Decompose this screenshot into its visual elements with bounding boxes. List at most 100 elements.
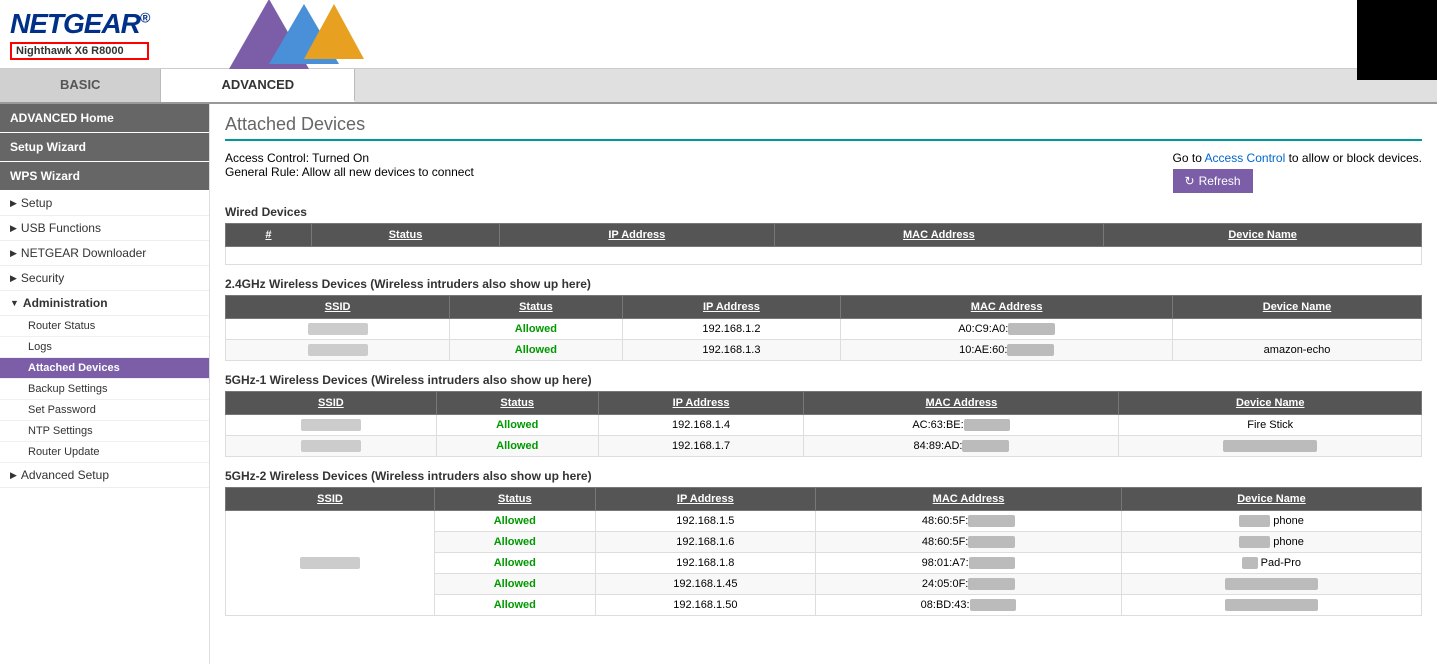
sidebar-item-usb-functions[interactable]: ▶ USB Functions — [0, 216, 209, 241]
sidebar-item-security[interactable]: ▶ Security — [0, 266, 209, 291]
mac-cell: AC:63:BE:██████ — [804, 415, 1119, 436]
refresh-button[interactable]: ↻ Refresh — [1173, 169, 1253, 193]
ssid-blurred — [301, 440, 361, 452]
status-cell: Allowed — [436, 415, 598, 436]
col-ip[interactable]: IP Address — [595, 488, 815, 511]
col-mac[interactable]: MAC Address — [816, 488, 1122, 511]
wired-col-name[interactable]: Device Name — [1104, 224, 1422, 247]
sidebar-item-setup[interactable]: ▶ Setup — [0, 191, 209, 216]
device-name-cell: ████████████ — [1121, 595, 1421, 616]
arrow-icon: ▶ — [10, 198, 17, 209]
sidebar-btn-wps-wizard[interactable]: WPS Wizard — [0, 162, 209, 190]
sidebar-item-administration[interactable]: ▼ Administration — [0, 291, 209, 316]
sidebar-sub-set-password[interactable]: Set Password — [0, 400, 209, 421]
sidebar-sub-logs[interactable]: Logs — [0, 337, 209, 358]
sidebar-item-adv-setup-label: Advanced Setup — [21, 468, 109, 482]
col-status[interactable]: Status — [436, 392, 598, 415]
col-status[interactable]: Status — [435, 488, 596, 511]
col-mac[interactable]: MAC Address — [841, 296, 1173, 319]
access-control-suffix: to allow or block devices. — [1289, 151, 1422, 165]
ip-cell: 192.168.1.6 — [595, 532, 815, 553]
refresh-label: Refresh — [1199, 174, 1241, 188]
wired-col-mac[interactable]: MAC Address — [774, 224, 1104, 247]
triangle-orange — [304, 4, 364, 59]
wired-col-status[interactable]: Status — [311, 224, 499, 247]
wireless-5g1-section-title: 5GHz-1 Wireless Devices (Wireless intrud… — [225, 373, 1422, 387]
col-ip[interactable]: IP Address — [598, 392, 804, 415]
device-name-cell — [1173, 319, 1422, 340]
access-status: Access Control: Turned On — [225, 151, 474, 165]
mac-cell: 98:01:A7:██████ — [816, 553, 1122, 574]
col-name[interactable]: Device Name — [1173, 296, 1422, 319]
general-rule: General Rule: Allow all new devices to c… — [225, 165, 474, 179]
header-graphic — [219, 9, 369, 59]
sidebar-sub-ntp-settings[interactable]: NTP Settings — [0, 421, 209, 442]
sidebar-item-downloader-label: NETGEAR Downloader — [21, 246, 146, 260]
header: NETGEAR® Nighthawk X6 R8000 — [0, 0, 1437, 69]
sidebar-sub-attached-devices[interactable]: Attached Devices — [0, 358, 209, 379]
sidebar-sub-backup-settings[interactable]: Backup Settings — [0, 379, 209, 400]
content-area: Attached Devices Access Control: Turned … — [210, 104, 1437, 664]
table-row: Allowed 192.168.1.7 84:89:AD:██████ ████… — [226, 436, 1422, 457]
device-name-cell: ████ phone — [1121, 511, 1421, 532]
status-cell: Allowed — [436, 436, 598, 457]
access-link-area: Go to Access Control to allow or block d… — [1173, 151, 1422, 193]
ssid-blurred — [308, 323, 368, 335]
sidebar-item-advanced-setup[interactable]: ▶ Advanced Setup — [0, 463, 209, 488]
mac-cell: 48:60:5F:██████ — [816, 511, 1122, 532]
wired-col-ip[interactable]: IP Address — [500, 224, 774, 247]
wired-col-hash[interactable]: # — [226, 224, 312, 247]
col-ssid[interactable]: SSID — [226, 392, 437, 415]
refresh-icon: ↻ — [1185, 174, 1195, 188]
ip-cell: 192.168.1.7 — [598, 436, 804, 457]
wireless-5g2-table: SSID Status IP Address MAC Address Devic… — [225, 487, 1422, 616]
status-cell: Allowed — [435, 595, 596, 616]
mac-cell: 08:BD:43:██████ — [816, 595, 1122, 616]
netgear-logo: NETGEAR® — [10, 8, 149, 40]
mac-cell: 10:AE:60:██████ — [841, 340, 1173, 361]
ip-cell: 192.168.1.2 — [622, 319, 841, 340]
ssid-blurred — [300, 557, 360, 569]
col-ssid[interactable]: SSID — [226, 488, 435, 511]
col-ip[interactable]: IP Address — [622, 296, 841, 319]
arrow-icon: ▼ — [10, 298, 19, 308]
arrow-icon: ▶ — [10, 470, 17, 481]
wireless-24-table: SSID Status IP Address MAC Address Devic… — [225, 295, 1422, 361]
sidebar-item-netgear-downloader[interactable]: ▶ NETGEAR Downloader — [0, 241, 209, 266]
col-name[interactable]: Device Name — [1119, 392, 1422, 415]
tab-advanced[interactable]: ADVANCED — [161, 69, 355, 102]
mac-cell: 24:05:0F:██████ — [816, 574, 1122, 595]
device-name-cell: ████████████ — [1121, 574, 1421, 595]
col-name[interactable]: Device Name — [1121, 488, 1421, 511]
access-control-link[interactable]: Access Control — [1205, 151, 1286, 165]
table-row: Allowed 192.168.1.2 A0:C9:A0:██████ — [226, 319, 1422, 340]
arrow-icon: ▶ — [10, 273, 17, 284]
table-row: Allowed 192.168.1.5 48:60:5F:██████ ████… — [226, 511, 1422, 532]
black-box — [1357, 0, 1437, 80]
col-ssid[interactable]: SSID — [226, 296, 450, 319]
table-row: Allowed 192.168.1.3 10:AE:60:██████ amaz… — [226, 340, 1422, 361]
sidebar-sub-router-status[interactable]: Router Status — [0, 316, 209, 337]
sidebar-sub-router-update[interactable]: Router Update — [0, 442, 209, 463]
wireless-5g1-table: SSID Status IP Address MAC Address Devic… — [225, 391, 1422, 457]
col-mac[interactable]: MAC Address — [804, 392, 1119, 415]
ssid-blurred — [301, 419, 361, 431]
sidebar-btn-setup-wizard[interactable]: Setup Wizard — [0, 133, 209, 161]
device-name-cell: ██ Pad-Pro — [1121, 553, 1421, 574]
device-name-cell: ████████████ — [1119, 436, 1422, 457]
sidebar-item-setup-label: Setup — [21, 196, 52, 210]
sidebar-item-security-label: Security — [21, 271, 64, 285]
wired-devices-table: # Status IP Address MAC Address Device N… — [225, 223, 1422, 265]
col-status[interactable]: Status — [450, 296, 622, 319]
model-name: Nighthawk X6 R8000 — [10, 42, 149, 60]
wireless-24-section-title: 2.4GHz Wireless Devices (Wireless intrud… — [225, 277, 1422, 291]
tab-basic[interactable]: BASIC — [0, 69, 161, 102]
sidebar-btn-advanced-home[interactable]: ADVANCED Home — [0, 104, 209, 132]
ip-cell: 192.168.1.45 — [595, 574, 815, 595]
mac-cell: 84:89:AD:██████ — [804, 436, 1119, 457]
wired-section-title: Wired Devices — [225, 205, 1422, 219]
sidebar-item-admin-label: Administration — [23, 296, 108, 310]
logo-area: NETGEAR® Nighthawk X6 R8000 — [0, 4, 159, 64]
status-cell: Allowed — [435, 574, 596, 595]
sidebar: ADVANCED Home Setup Wizard WPS Wizard ▶ … — [0, 104, 210, 664]
